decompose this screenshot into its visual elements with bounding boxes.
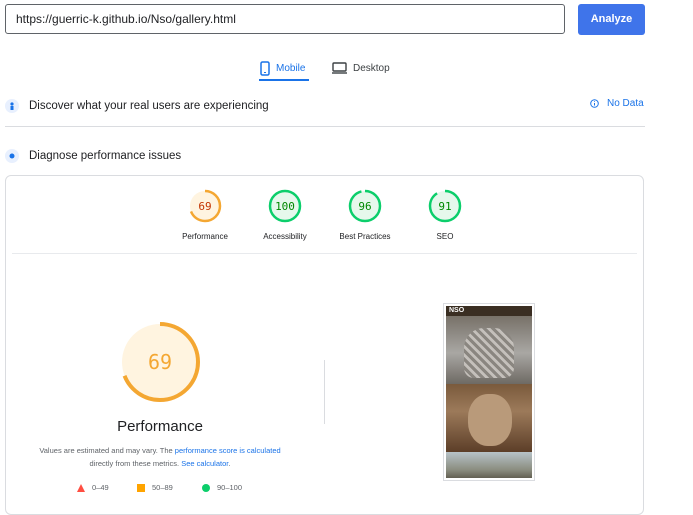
analyze-button[interactable]: Analyze [578, 4, 645, 35]
screenshot-photo-3 [446, 452, 532, 478]
legend-range: 0–49 [92, 483, 109, 492]
url-input[interactable]: https://guerric-k.github.io/Nso/gallery.… [5, 4, 565, 34]
screenshot-portrait [468, 394, 512, 446]
gauge-label: SEO [436, 232, 454, 241]
card-divider [12, 253, 637, 254]
seo-gauge: 91 [428, 189, 462, 223]
legend-range: 50–89 [152, 483, 173, 492]
info-icon [590, 99, 599, 108]
page-screenshot-thumbnail[interactable]: NSO [443, 303, 535, 481]
legend-item-average: 50–89 [137, 483, 173, 492]
gauge-value: 69 [198, 200, 211, 213]
disclaimer-text: Values are estimated and may vary. The [39, 446, 175, 455]
vertical-divider [324, 360, 325, 424]
score-calculation-link[interactable]: performance score is calculated [175, 446, 281, 455]
mobile-phone-icon [260, 60, 270, 76]
legend-range: 90–100 [217, 483, 243, 492]
best-practices-gauge: 96 [348, 189, 382, 223]
section-divider [5, 126, 645, 127]
score-gauge-performance[interactable]: 69 Performance [165, 188, 245, 241]
gauge-label: Accessibility [263, 232, 307, 241]
legend-item-fail: 0–49 [77, 483, 109, 492]
gauge-label: Performance [182, 232, 228, 241]
gauge-label: Best Practices [339, 232, 391, 241]
performance-gauge: 69 [188, 189, 222, 223]
discover-label: Discover what your real users are experi… [29, 100, 269, 112]
score-disclaimer: Values are estimated and may vary. The p… [20, 444, 300, 470]
performance-main-gauge: 69 [120, 322, 200, 402]
diagnose-label: Diagnose performance issues [29, 150, 182, 162]
gauge-value: 96 [358, 200, 371, 213]
gauge-value: 91 [438, 200, 451, 213]
no-data-status: No Data [590, 98, 644, 109]
screenshot-image: NSO [446, 306, 532, 478]
discover-section[interactable]: Discover what your real users are experi… [5, 95, 269, 117]
screenshot-figure [464, 328, 514, 378]
active-tab-indicator [259, 79, 309, 81]
main-score-value: 69 [148, 350, 172, 374]
tab-mobile-label: Mobile [276, 62, 306, 74]
tab-desktop[interactable]: Desktop [332, 55, 390, 81]
diagnose-section[interactable]: Diagnose performance issues [5, 145, 181, 167]
score-gauge-best-practices[interactable]: 96 Best Practices [325, 188, 405, 241]
legend-item-pass: 90–100 [202, 483, 242, 492]
circle-icon [202, 483, 210, 492]
accessibility-gauge: 100 [268, 189, 302, 223]
see-calculator-link[interactable]: See calculator [181, 459, 228, 468]
triangle-icon [77, 483, 85, 492]
screenshot-caption: NSO [449, 307, 465, 314]
users-icon [5, 99, 19, 113]
tab-mobile[interactable]: Mobile [260, 55, 305, 81]
no-data-label: No Data [607, 98, 644, 109]
main-score-label: Performance [117, 418, 203, 435]
tab-desktop-label: Desktop [353, 62, 390, 74]
score-gauge-accessibility[interactable]: 100 Accessibility [245, 188, 325, 241]
desktop-monitor-icon [332, 62, 347, 74]
gauge-value: 100 [275, 200, 295, 213]
disclaimer-end: . [228, 459, 231, 468]
square-icon [137, 483, 145, 492]
score-gauge-seo[interactable]: 91 SEO [405, 188, 485, 241]
disclaimer-text-2: directly from these metrics. [89, 459, 182, 468]
lab-flask-icon [5, 149, 19, 163]
